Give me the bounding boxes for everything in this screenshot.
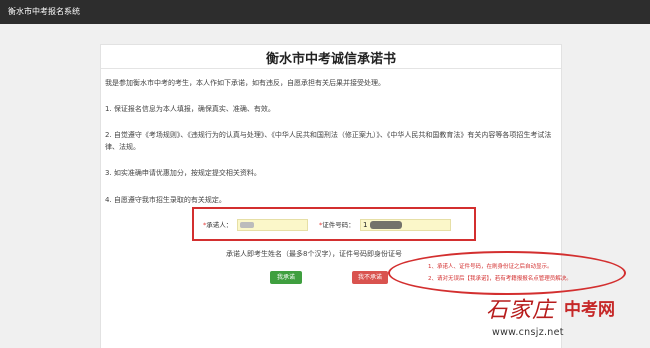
id-number-input[interactable]: 1 — [360, 219, 451, 231]
promisor-label: *承诺人： — [203, 221, 233, 229]
promisor-input[interactable] — [237, 219, 308, 231]
redacted-id — [370, 221, 402, 229]
pledge-item-4: 4. 自愿遵守我市招生录取的有关规定。 — [105, 196, 226, 204]
agree-button[interactable]: 我承诺 — [270, 271, 302, 284]
watermark-script: 石家庄 — [486, 298, 556, 323]
watermark-logo: 中考网 — [564, 300, 615, 320]
pledge-intro: 我是参加衡水市中考的考生，本人作如下承诺，如有违反，自愿承担有关后果并接受处理。 — [105, 79, 385, 87]
id-number-value: 1 — [363, 221, 368, 229]
pledge-item-3: 3. 如实准确申请优惠加分，按规定提交相关资料。 — [105, 169, 261, 177]
id-label: *证件号码： — [319, 221, 355, 229]
page-title: 衡水市中考诚信承诺书 — [265, 52, 396, 67]
top-bar: 衡水市中考报名系统 — [0, 0, 650, 24]
title-divider — [101, 68, 561, 69]
annotation-2: 2、请对无误后【我承诺】，若有考籍报报名点管理员解决。 — [428, 276, 572, 282]
disagree-button[interactable]: 我不承诺 — [352, 271, 388, 284]
annotation-1: 1、承诺人、证件号码，在刷身份证之后自动显示。 — [428, 264, 553, 270]
annotation-ellipse — [388, 251, 626, 295]
redacted-name — [240, 222, 254, 228]
watermark-url: www.cnsjz.net — [492, 327, 564, 338]
pledge-item-2: 2. 自觉遵守《考场规则》、《违规行为的认真与处理》、《中华人民共和国刑法（修正… — [105, 131, 552, 151]
app-title: 衡水市中考报名系统 — [8, 7, 80, 16]
form-note: 承诺人即考生姓名（最多8个汉字），证件号码即身份证号 — [226, 250, 402, 258]
pledge-item-1: 1. 保证报名信息为本人填报，确保真实、准确、有效。 — [105, 105, 275, 113]
